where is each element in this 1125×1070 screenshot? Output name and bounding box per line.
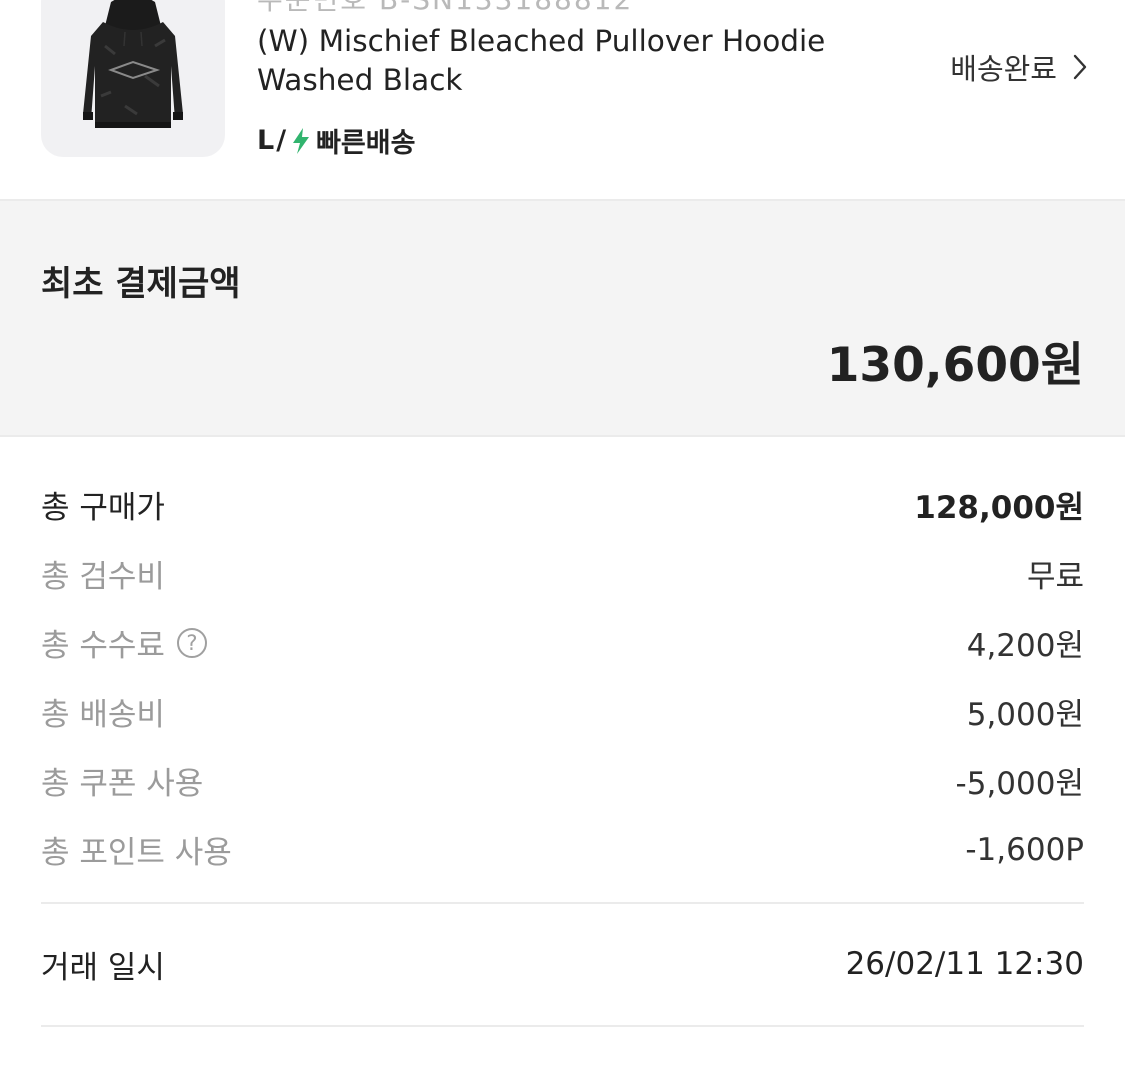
breakdown-row-coupon: 총 쿠폰 사용 -5,000원: [41, 746, 1084, 815]
initial-payment-section: 최초 결제금액 130,600원: [0, 201, 1125, 437]
initial-payment-amount: 130,600원: [826, 338, 1084, 393]
product-thumbnail[interactable]: [41, 0, 225, 157]
breakdown-label-wrap: 총 수수료 ?: [41, 620, 207, 665]
breakdown-value: -5,000원: [955, 766, 1084, 802]
option-separator: /: [276, 125, 287, 156]
trade-datetime-label: 거래 일시: [41, 949, 165, 986]
breakdown-value: 무료: [1026, 559, 1084, 595]
hoodie-image: [83, 0, 183, 128]
breakdown-value: -1,600P: [965, 831, 1084, 868]
breakdown-label: 총 수수료: [41, 628, 165, 664]
payment-breakdown: 총 구매가 128,000원 총 검수비 무료 총 수수료 ? 4,200원 총…: [41, 470, 1084, 884]
delivery-status-link[interactable]: 배송완료: [950, 46, 1087, 88]
delivery-type-label: 빠른배송: [316, 128, 416, 159]
initial-payment-title: 최초 결제금액: [41, 264, 241, 304]
breakdown-label: 총 배송비: [41, 697, 165, 733]
breakdown-value: 128,000원: [914, 490, 1084, 526]
product-name[interactable]: (W) Mischief Bleached Pullover Hoodie Wa…: [257, 22, 897, 100]
delivery-status-label: 배송완료: [950, 52, 1057, 86]
breakdown-label: 총 구매가: [41, 490, 165, 526]
order-detail-page: 주문번호 B-SN133188812 (W) Mischief Bleached…: [0, 0, 1125, 1070]
breakdown-row-commission: 총 수수료 ? 4,200원: [41, 608, 1084, 677]
breakdown-row-shipping-fee: 총 배송비 5,000원: [41, 677, 1084, 746]
question-circle-icon[interactable]: ?: [176, 627, 207, 658]
breakdown-row-purchase-price: 총 구매가 128,000원: [41, 470, 1084, 539]
breakdown-row-points: 총 포인트 사용 -1,600P: [41, 815, 1084, 884]
breakdown-row-inspection-fee: 총 검수비 무료: [41, 539, 1084, 608]
trade-datetime-value: 26/02/11 12:30: [845, 946, 1084, 982]
product-option: L / 빠른배송: [257, 121, 415, 160]
order-number-cut-off: 주문번호 B-SN133188812: [257, 0, 633, 18]
divider: [41, 1025, 1084, 1027]
trade-datetime-row: 거래 일시 26/02/11 12:30: [41, 931, 1084, 997]
breakdown-label: 총 포인트 사용: [41, 835, 232, 871]
size-label: L: [257, 125, 275, 156]
divider: [41, 902, 1084, 904]
breakdown-label: 총 쿠폰 사용: [41, 766, 204, 802]
chevron-right-icon: [1073, 54, 1087, 80]
product-row[interactable]: 주문번호 B-SN133188812 (W) Mischief Bleached…: [0, 0, 1125, 201]
breakdown-value: 4,200원: [966, 628, 1084, 664]
lightning-bolt-icon: [292, 127, 310, 154]
breakdown-value: 5,000원: [966, 697, 1084, 733]
breakdown-label: 총 검수비: [41, 559, 165, 595]
